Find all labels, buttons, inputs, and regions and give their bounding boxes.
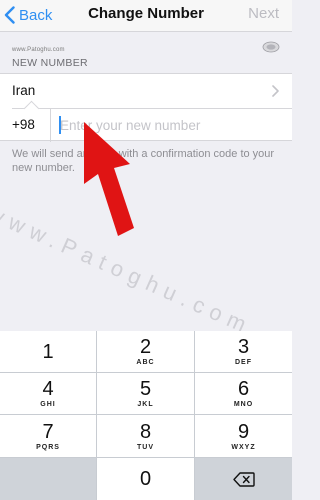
country-row[interactable]: Iran: [0, 74, 292, 108]
key-letters: WXYZ: [231, 443, 256, 451]
key-0[interactable]: 0: [97, 458, 195, 500]
watermark-text: www.Patoghu.com: [12, 47, 65, 53]
watermark-logo-icon: [262, 41, 280, 53]
section-header: NEW NUMBER: [12, 57, 88, 69]
red-arrow-icon: [84, 122, 134, 236]
key-8[interactable]: 8 TUV: [97, 415, 195, 458]
key-digit: 2: [139, 336, 152, 358]
key-digit: 3: [237, 336, 250, 358]
key-3[interactable]: 3 DEF: [195, 331, 292, 373]
key-digit: 0: [139, 468, 152, 490]
key-digit: 7: [42, 420, 54, 443]
key-4[interactable]: 4 GHI: [0, 373, 97, 415]
key-digit: 4: [42, 378, 54, 400]
change-number-screen: Back Change Number Next www.Patoghu.com …: [0, 0, 292, 500]
key-letters: JKL: [137, 401, 154, 408]
key-digit: 1: [42, 340, 54, 363]
key-letters: MNO: [233, 401, 254, 408]
key-letters: GHI: [40, 401, 56, 408]
key-2[interactable]: 2 ABC: [97, 331, 195, 373]
key-digit: 6: [237, 378, 250, 400]
key-empty: [0, 458, 97, 500]
key-letters: ABC: [136, 359, 155, 366]
next-button[interactable]: Next: [248, 5, 279, 22]
info-text: We will send an SMS with a confirmation …: [12, 148, 275, 174]
country-name: Iran: [12, 83, 36, 98]
key-letters: PQRS: [36, 443, 60, 451]
phone-row: +98: [0, 109, 292, 142]
key-letters: DEF: [235, 359, 252, 366]
number-form: Iran +98: [0, 73, 292, 142]
backspace-icon: [232, 471, 255, 487]
key-digit: 5: [139, 378, 152, 400]
key-1[interactable]: 1: [0, 331, 97, 373]
key-6[interactable]: 6 MNO: [195, 373, 292, 415]
key-5[interactable]: 5 JKL: [97, 373, 195, 415]
delete-key[interactable]: [195, 458, 292, 500]
key-digit: 8: [139, 420, 152, 443]
key-letters: TUV: [137, 443, 154, 451]
key-9[interactable]: 9 WXYZ: [195, 415, 292, 458]
divider: [50, 109, 51, 142]
country-code[interactable]: +98: [12, 117, 35, 132]
key-7[interactable]: 7 PQRS: [0, 415, 97, 458]
chevron-right-icon: [272, 85, 279, 97]
numeric-keypad: 1 2 ABC 3 DEF 4 GHI 5 JKL 6 MNO 7 PQRS 8…: [0, 331, 292, 500]
navigation-bar: Back Change Number Next: [0, 0, 292, 32]
key-digit: 9: [237, 420, 250, 443]
